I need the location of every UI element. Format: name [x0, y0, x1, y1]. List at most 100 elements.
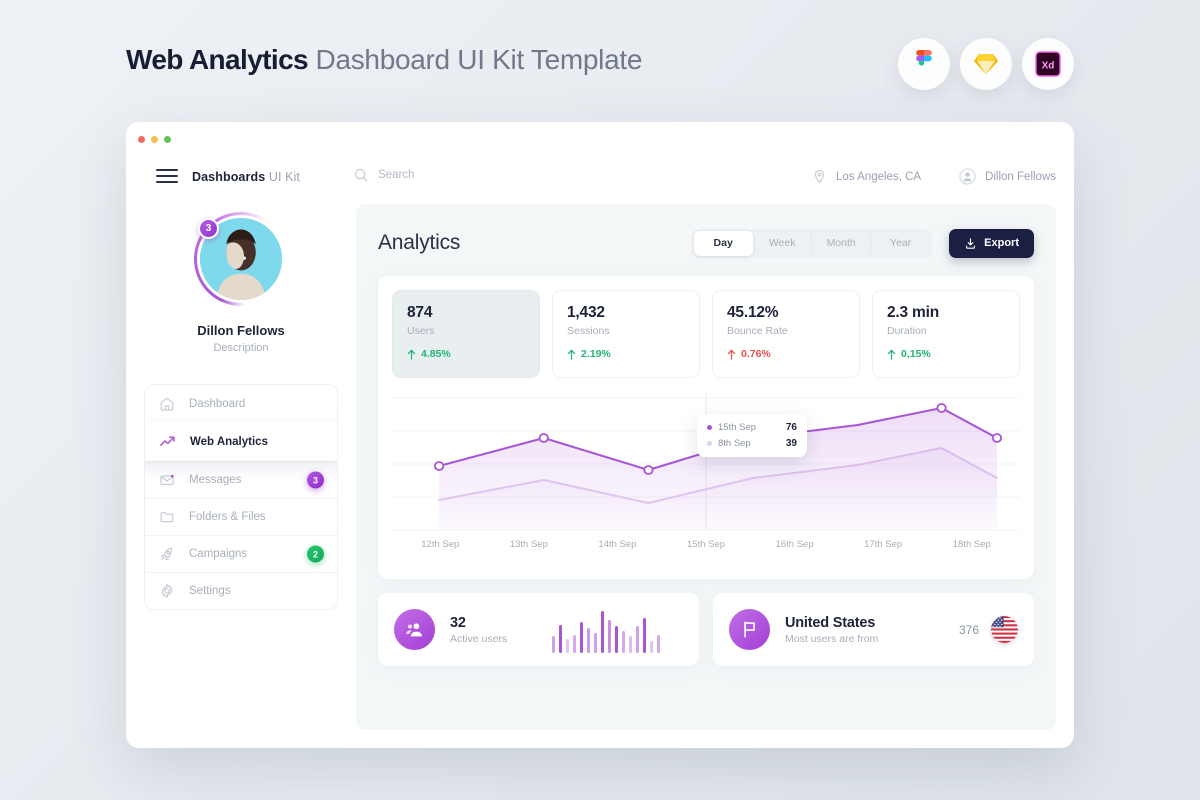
- main-header: Analytics Day Week Month Year Export: [378, 226, 1034, 260]
- active-users-value: 32: [450, 614, 466, 631]
- sketch-badge[interactable]: [960, 38, 1012, 90]
- kpi-delta: 2.19%: [567, 348, 685, 360]
- sparkline-bar: [586, 627, 590, 653]
- export-button[interactable]: Export: [949, 228, 1034, 258]
- figma-badge[interactable]: [898, 38, 950, 90]
- tab-week[interactable]: Week: [753, 230, 813, 256]
- arrow-up-icon: [407, 349, 416, 360]
- chart-point[interactable]: [991, 433, 1003, 443]
- home-icon: [160, 397, 174, 410]
- us-flag-icon: [991, 616, 1018, 643]
- search-icon: [354, 168, 368, 182]
- active-users-card[interactable]: 32 Active users: [378, 593, 699, 666]
- flag-icon: [744, 621, 755, 638]
- kpi-delta: 0,15%: [887, 348, 1005, 360]
- brand-strong: Dashboards: [192, 170, 266, 184]
- active-users-sparkline: [528, 607, 683, 653]
- sparkline-bar: [593, 632, 597, 653]
- x-tick: 13th Sep: [509, 539, 548, 550]
- topbar-right: Los Angeles, CA Dillon Fellows: [812, 168, 1056, 185]
- window-close-dot[interactable]: [138, 136, 145, 143]
- export-label: Export: [984, 237, 1019, 249]
- top-country-right: 376: [959, 616, 1018, 643]
- sparkline-bar: [600, 611, 604, 653]
- flag-icon-circle: [729, 609, 770, 650]
- adobe-xd-badge[interactable]: Xd: [1022, 38, 1074, 90]
- top-country-count: 376: [958, 622, 979, 637]
- sidebar-item-web-analytics[interactable]: Web Analytics: [145, 422, 337, 461]
- chart-point[interactable]: [433, 461, 445, 471]
- sidebar-item-settings[interactable]: Settings: [145, 572, 337, 609]
- arrow-up-icon: [887, 349, 896, 360]
- range-segmented-control: Day Week Month Year: [692, 228, 933, 258]
- chart-point[interactable]: [936, 403, 947, 413]
- svg-text:Xd: Xd: [1042, 61, 1055, 72]
- figma-icon: [916, 50, 932, 66]
- hamburger-icon[interactable]: [156, 169, 178, 183]
- sidebar: 3 Dillon Fellows Description Dashboard W…: [126, 200, 356, 748]
- kpi-card-duration[interactable]: 2.3 min Duration 0,15%: [872, 290, 1020, 378]
- kpi-value: 874: [407, 304, 433, 321]
- kpi-label: Sessions: [567, 325, 610, 337]
- sidebar-item-folders-and-files[interactable]: Folders & Files: [145, 498, 337, 535]
- location-selector[interactable]: Los Angeles, CA: [812, 169, 921, 184]
- chart-point[interactable]: [643, 465, 654, 475]
- trending-up-icon: [160, 436, 175, 447]
- sidebar-item-label: Web Analytics: [190, 435, 268, 448]
- sparkline-bar: [572, 634, 576, 653]
- sidebar-item-dashboard[interactable]: Dashboard: [145, 385, 337, 422]
- sidebar-item-messages[interactable]: Messages 3: [145, 461, 337, 498]
- tooltip-dot: [707, 441, 712, 446]
- download-icon: [966, 237, 976, 249]
- kpi-card-sessions[interactable]: 1,432 Sessions 2.19%: [552, 290, 700, 378]
- sparkline-bar: [628, 636, 632, 653]
- window-maximize-dot[interactable]: [164, 136, 171, 143]
- tooltip-row: 15th Sep 76: [707, 422, 797, 433]
- kpi-card-bounce-rate[interactable]: 45.12% Bounce Rate 0.76%: [712, 290, 860, 378]
- gear-icon: [161, 584, 173, 598]
- sparkline-bar: [649, 640, 653, 653]
- tooltip-label: 15th Sep: [718, 422, 757, 433]
- kpi-value: 1,432: [567, 304, 605, 321]
- tooltip-label: 8th Sep: [718, 438, 751, 449]
- chart-point[interactable]: [538, 433, 549, 443]
- x-tick: 15th Sep: [687, 539, 726, 550]
- search-box[interactable]: [354, 168, 528, 182]
- sparkline-bar: [621, 630, 625, 653]
- arrow-up-icon: [567, 349, 576, 360]
- tab-year[interactable]: Year: [871, 231, 930, 256]
- main-panel: Analytics Day Week Month Year Export 874…: [356, 204, 1056, 730]
- profile-description: Description: [213, 342, 269, 354]
- top-country-subtitle: Most users are from: [785, 632, 879, 645]
- chart-tooltip: 15th Sep 76 8th Sep 39: [697, 414, 807, 457]
- x-tick: 17th Sep: [864, 539, 903, 550]
- sparkline-bar: [635, 626, 639, 653]
- sidebar-item-campaigns[interactable]: Campaigns 2: [145, 535, 337, 572]
- search-input[interactable]: [378, 169, 528, 181]
- sparkline-bar: [565, 639, 569, 653]
- window-controls: [138, 136, 171, 143]
- avatar[interactable]: 3: [194, 212, 288, 306]
- kpi-delta-value: 0.76%: [741, 348, 771, 360]
- sparkline-bar: [558, 624, 562, 653]
- kpi-card-users[interactable]: 874 Users 4.85%: [392, 290, 540, 378]
- sidebar-badge-campaigns: 2: [307, 545, 324, 563]
- location-label: Los Angeles, CA: [836, 170, 922, 183]
- top-country-card[interactable]: United States Most users are from 376: [713, 593, 1034, 666]
- kpi-delta-value: 0,15%: [901, 348, 931, 360]
- kpi-label: Duration: [887, 325, 927, 337]
- sidebar-badge-messages: 3: [307, 471, 324, 489]
- tooltip-value: 76: [785, 422, 797, 433]
- chart-svg: [392, 394, 1020, 531]
- window-minimize-dot[interactable]: [151, 136, 158, 143]
- location-pin-icon: [814, 169, 825, 184]
- adobe-xd-icon: Xd: [1035, 51, 1061, 77]
- tab-day[interactable]: Day: [694, 230, 754, 256]
- line-chart: 15th Sep 76 8th Sep 39 12th Sep 13th Sep…: [392, 390, 1020, 565]
- page-title-strong: Web Analytics: [126, 44, 309, 75]
- us-flag-svg: [991, 616, 1018, 643]
- kpi-delta: 4.85%: [407, 348, 525, 360]
- tab-month[interactable]: Month: [812, 230, 872, 256]
- account-menu[interactable]: Dillon Fellows: [959, 168, 1056, 185]
- active-users-subtitle: Active users: [450, 632, 508, 645]
